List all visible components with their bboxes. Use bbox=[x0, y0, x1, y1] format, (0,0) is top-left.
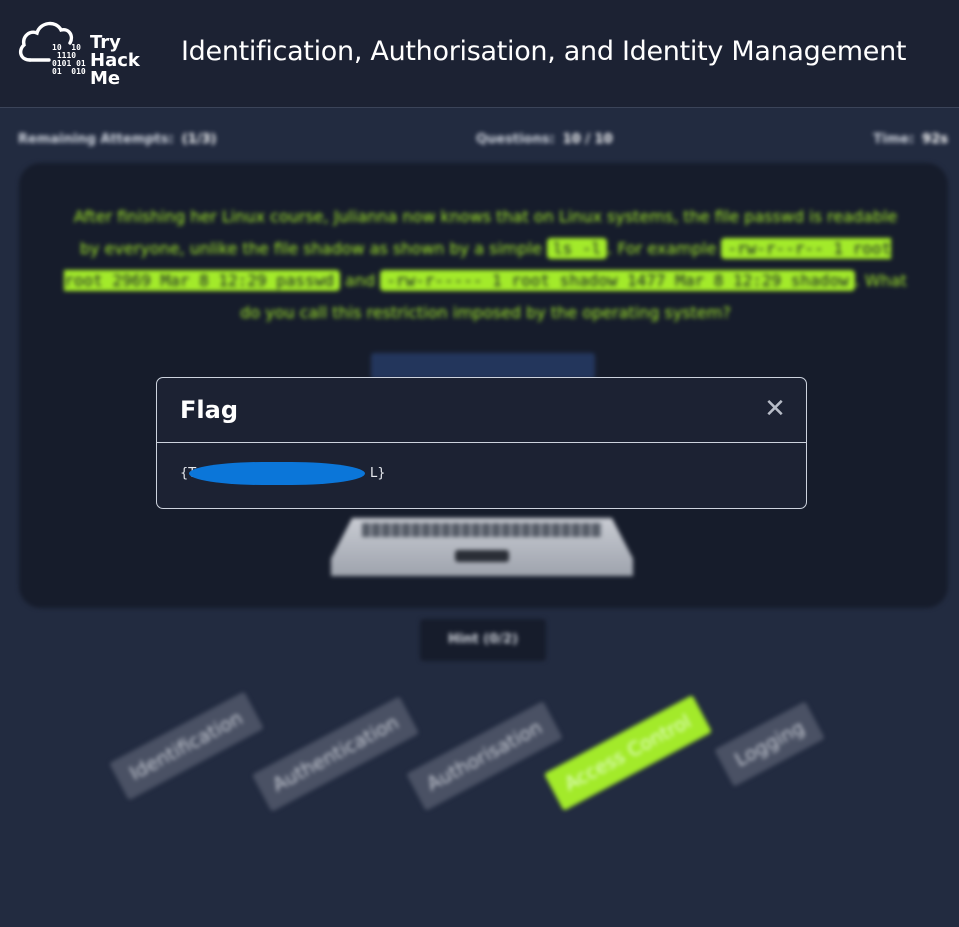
page-title: Identification, Authorisation, and Ident… bbox=[181, 36, 907, 67]
remaining-attempts: Remaining Attempts: (1/3) bbox=[18, 132, 217, 147]
modal-title: Flag bbox=[180, 396, 238, 424]
modal-header: Flag ✕ bbox=[157, 378, 806, 443]
tag-authorisation[interactable]: Authorisation bbox=[406, 701, 563, 811]
tag-access-control[interactable]: Access Control bbox=[543, 695, 712, 811]
tag-logging[interactable]: Logging bbox=[714, 701, 826, 787]
redaction-mark bbox=[189, 462, 365, 485]
question-text: After finishing her Linux course, Julian… bbox=[64, 207, 907, 322]
quiz-area: Remaining Attempts: (1/3) Questions: 10 / … bbox=[0, 108, 959, 927]
tag-identification[interactable]: Identification bbox=[109, 691, 264, 801]
tag-authentication[interactable]: Authentication bbox=[251, 696, 420, 812]
logo-binary: 10 10 1110 0101 01 01 010 bbox=[52, 43, 86, 76]
code-snippet: -rw-r----- 1 root shadow 1477 Mar 8 12:2… bbox=[380, 270, 855, 291]
top-header: 10 10 1110 0101 01 01 010 Try Hack Me Id… bbox=[0, 0, 959, 108]
code-snippet: ls -l bbox=[547, 238, 608, 259]
tryhackme-logo[interactable]: 10 10 1110 0101 01 01 010 Try Hack Me bbox=[16, 16, 148, 92]
questions-counter: Questions: 10 / 10 bbox=[476, 132, 613, 147]
answer-bar bbox=[371, 353, 595, 379]
hint-button[interactable]: Hint (0/2) bbox=[420, 619, 546, 661]
laptop-touchpad bbox=[455, 550, 509, 562]
logo-wordmark: Try Hack Me bbox=[90, 32, 140, 89]
flag-end: L} bbox=[370, 466, 386, 481]
flag-value: {T L} bbox=[180, 462, 410, 490]
flag-modal: Flag ✕ {T L} bbox=[156, 377, 807, 509]
close-icon[interactable]: ✕ bbox=[763, 396, 787, 422]
laptop-keyboard bbox=[362, 523, 602, 537]
timer: Time: 92s bbox=[873, 132, 948, 147]
